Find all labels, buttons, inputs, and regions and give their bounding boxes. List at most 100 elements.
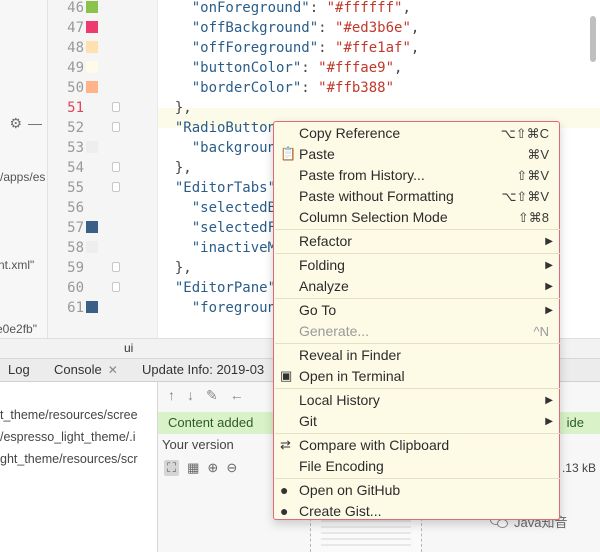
line-number[interactable]: 51 xyxy=(58,98,84,118)
color-swatch-icon[interactable] xyxy=(86,301,98,313)
menu-item-git[interactable]: Git ▶ xyxy=(274,411,559,432)
fold-marker-icon[interactable] xyxy=(112,102,120,112)
code-line: "selectedBa xyxy=(191,200,285,216)
menu-item-open-in-terminal[interactable]: ▣ Open in Terminal xyxy=(274,366,559,387)
code-line: "EditorPane": xyxy=(174,280,285,296)
code-line: "inactiveMa xyxy=(191,240,285,256)
color-swatch-icon[interactable] xyxy=(86,221,98,233)
submenu-arrow-icon: ▶ xyxy=(545,395,553,406)
tab-update-info[interactable]: Update Info: 2019-03 xyxy=(142,362,264,377)
menu-item-local-history[interactable]: Local History ▶ xyxy=(274,390,559,411)
menu-item-analyze[interactable]: Analyze ▶ xyxy=(274,276,559,297)
menu-item-open-on-github[interactable]: ● Open on GitHub xyxy=(274,480,559,501)
edit-icon[interactable]: ✎ xyxy=(206,387,218,404)
menu-item-label: Refactor xyxy=(299,233,352,249)
menu-item-compare-with-clipboard[interactable]: ⇄ Compare with Clipboard xyxy=(274,435,559,456)
gutter-row: 51 xyxy=(48,98,158,118)
menu-item-refactor[interactable]: Refactor ▶ xyxy=(274,231,559,252)
close-icon[interactable]: ✕ xyxy=(108,363,118,377)
code-line: "foreground xyxy=(191,300,285,316)
menu-item-copy-reference[interactable]: Copy Reference ⌥⇧⌘C xyxy=(274,123,559,144)
list-item[interactable]: t_theme/resources/scree xyxy=(0,408,138,422)
menu-separator xyxy=(275,478,560,479)
line-number[interactable]: 53 xyxy=(58,138,84,158)
menu-item-go-to[interactable]: Go To ▶ xyxy=(274,300,559,321)
line-number[interactable]: 59 xyxy=(58,258,84,278)
gear-icon[interactable]: ⚙ xyxy=(9,115,22,132)
fold-marker-icon[interactable] xyxy=(112,182,120,192)
menu-item-shortcut: ⇧⌘V xyxy=(516,168,549,183)
tab-console[interactable]: Console ✕ xyxy=(54,362,118,377)
code-line: "borderColor": "#ffb388" xyxy=(191,80,395,96)
menu-item-label: Create Gist... xyxy=(299,503,382,519)
grid-icon[interactable]: ▦ xyxy=(187,460,199,476)
fold-marker-icon[interactable] xyxy=(112,262,120,272)
minimize-icon[interactable]: — xyxy=(28,115,42,131)
menu-item-paste-without-formatting[interactable]: Paste without Formatting ⌥⇧⌘V xyxy=(274,186,559,207)
line-number[interactable]: 55 xyxy=(58,178,84,198)
color-swatch-icon[interactable] xyxy=(86,41,98,53)
breadcrumb-item[interactable]: ui xyxy=(124,341,133,355)
menu-item-create-gist[interactable]: ● Create Gist... xyxy=(274,501,559,522)
line-number[interactable]: 48 xyxy=(58,38,84,58)
line-number[interactable]: 56 xyxy=(58,198,84,218)
arrow-left-icon[interactable]: ← xyxy=(230,387,244,403)
menu-item-label: Analyze xyxy=(299,278,349,294)
editor-scrollbar[interactable] xyxy=(590,16,596,62)
menu-item-file-encoding[interactable]: File Encoding xyxy=(274,456,559,477)
menu-item-generate[interactable]: Generate... ^N xyxy=(274,321,559,342)
zoom-out-icon[interactable]: ⊖ xyxy=(226,460,237,476)
submenu-arrow-icon: ▶ xyxy=(545,416,553,427)
fold-marker-icon[interactable] xyxy=(112,282,120,292)
menu-item-reveal-in-finder[interactable]: Reveal in Finder xyxy=(274,345,559,366)
arrow-down-icon[interactable]: ↓ xyxy=(187,387,194,403)
line-number[interactable]: 46 xyxy=(58,0,84,18)
line-number[interactable]: 50 xyxy=(58,78,84,98)
menu-item-label: Column Selection Mode xyxy=(299,209,448,225)
line-number[interactable]: 61 xyxy=(58,298,84,318)
gutter-row: 57 xyxy=(48,218,158,238)
color-swatch-icon[interactable] xyxy=(86,1,98,13)
fit-icon[interactable]: ⛶ xyxy=(164,460,180,476)
fold-marker-icon[interactable] xyxy=(112,162,120,172)
fold-marker-icon[interactable] xyxy=(112,122,120,132)
project-tree-item[interactable]: /apps/es xyxy=(0,170,45,184)
arrow-up-icon[interactable]: ↑ xyxy=(168,387,175,403)
line-number[interactable]: 60 xyxy=(58,278,84,298)
context-menu: Copy Reference ⌥⇧⌘C 📋 Paste ⌘V Paste from His… xyxy=(273,121,560,520)
color-swatch-icon[interactable] xyxy=(86,21,98,33)
color-swatch-icon[interactable] xyxy=(86,61,98,73)
menu-item-label: Git xyxy=(299,413,317,429)
menu-separator xyxy=(275,253,560,254)
line-number[interactable]: 58 xyxy=(58,238,84,258)
line-number[interactable]: 52 xyxy=(58,118,84,138)
tab-label: Log xyxy=(8,362,30,377)
code-line: "selectedFo xyxy=(191,220,285,236)
gutter-row: 59 xyxy=(48,258,158,278)
project-tree-item[interactable]: nt.xml" xyxy=(0,258,34,272)
changes-list: t_theme/resources/scree /espresso_light_… xyxy=(0,382,158,552)
menu-item-folding[interactable]: Folding ▶ xyxy=(274,255,559,276)
gutter-row: 47 xyxy=(48,18,158,38)
menu-item-paste-from-history[interactable]: Paste from History... ⇧⌘V xyxy=(274,165,559,186)
line-number[interactable]: 57 xyxy=(58,218,84,238)
menu-item-label: Copy Reference xyxy=(299,125,401,141)
gutter-row: 53 xyxy=(48,138,158,158)
color-swatch-icon[interactable] xyxy=(86,241,98,253)
menu-item-label: Generate... xyxy=(299,323,370,339)
tab-log[interactable]: Log xyxy=(8,362,30,377)
line-number[interactable]: 47 xyxy=(58,18,84,38)
tab-label: Update Info: 2019-03 xyxy=(142,362,265,377)
line-number[interactable]: 54 xyxy=(58,158,84,178)
list-item[interactable]: ght_theme/resources/scr xyxy=(0,452,138,466)
list-item[interactable]: /espresso_light_theme/.i xyxy=(0,430,136,444)
github-icon: ● xyxy=(280,503,289,519)
color-swatch-icon[interactable] xyxy=(86,141,98,153)
zoom-in-icon[interactable]: ⊕ xyxy=(207,460,218,476)
line-number[interactable]: 49 xyxy=(58,58,84,78)
gutter-row: 55 xyxy=(48,178,158,198)
project-tree-item[interactable]: e0e2fb" xyxy=(0,322,37,336)
color-swatch-icon[interactable] xyxy=(86,81,98,93)
menu-item-column-selection-mode[interactable]: Column Selection Mode ⇧⌘8 xyxy=(274,207,559,228)
menu-item-paste[interactable]: 📋 Paste ⌘V xyxy=(274,144,559,165)
